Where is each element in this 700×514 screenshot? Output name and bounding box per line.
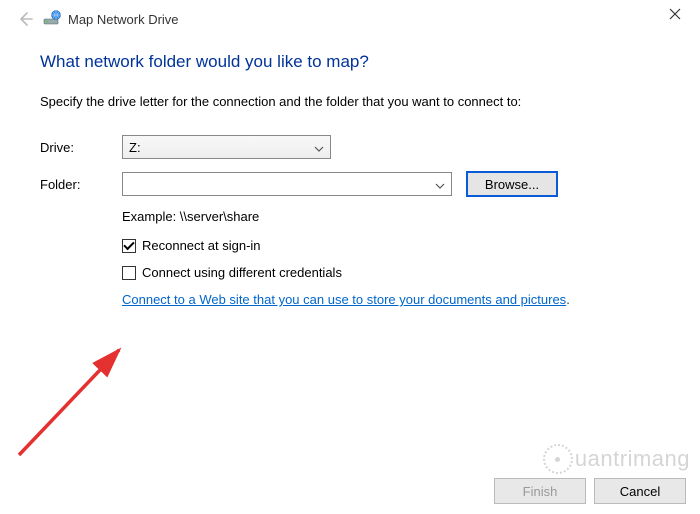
cancel-label: Cancel: [620, 484, 660, 499]
drive-row: Drive: Z:: [40, 135, 660, 159]
finish-button: Finish: [494, 478, 586, 504]
reconnect-checkbox[interactable]: [122, 239, 136, 253]
content-area: What network folder would you like to ma…: [0, 34, 700, 307]
credentials-option[interactable]: Connect using different credentials: [122, 265, 660, 280]
chevron-down-icon: [435, 177, 445, 192]
browse-label: Browse...: [485, 177, 539, 192]
window-title: Map Network Drive: [68, 12, 179, 27]
watermark-logo-icon: [543, 444, 573, 474]
page-heading: What network folder would you like to ma…: [40, 52, 660, 72]
link-period: .: [566, 292, 570, 307]
drive-select[interactable]: Z:: [122, 135, 331, 159]
instruction-text: Specify the drive letter for the connect…: [40, 94, 660, 109]
connect-website-link[interactable]: Connect to a Web site that you can use t…: [122, 292, 566, 307]
annotation-arrow-icon: [4, 320, 154, 460]
reconnect-label: Reconnect at sign-in: [142, 238, 261, 253]
titlebar: Map Network Drive: [0, 0, 700, 34]
example-text: Example: \\server\share: [122, 209, 660, 224]
folder-label: Folder:: [40, 177, 122, 192]
network-drive-icon: [42, 9, 62, 29]
watermark-text: uantrimang: [575, 446, 690, 472]
finish-label: Finish: [523, 484, 558, 499]
reconnect-option[interactable]: Reconnect at sign-in: [122, 238, 660, 253]
back-arrow-icon[interactable]: [14, 8, 36, 30]
watermark: uantrimang: [543, 444, 690, 474]
browse-button[interactable]: Browse...: [466, 171, 558, 197]
folder-combobox[interactable]: [122, 172, 452, 196]
drive-label: Drive:: [40, 140, 122, 155]
drive-value: Z:: [129, 140, 141, 155]
footer-buttons: Finish Cancel: [494, 478, 686, 504]
folder-row: Folder: Browse...: [40, 171, 660, 197]
chevron-down-icon: [314, 140, 324, 155]
close-button[interactable]: [660, 4, 690, 24]
connect-website-row: Connect to a Web site that you can use t…: [122, 292, 660, 307]
credentials-checkbox[interactable]: [122, 266, 136, 280]
cancel-button[interactable]: Cancel: [594, 478, 686, 504]
credentials-label: Connect using different credentials: [142, 265, 342, 280]
